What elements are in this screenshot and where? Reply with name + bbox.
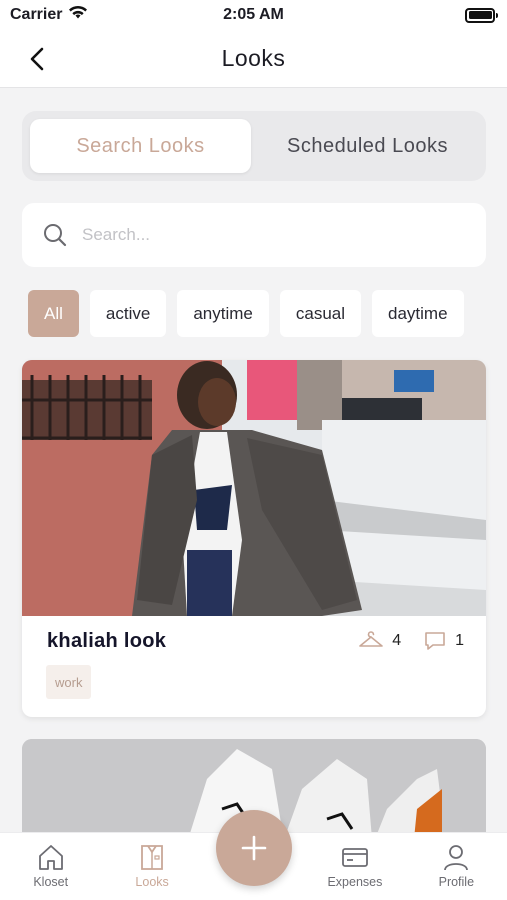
looks-segmented-control: Search Looks Scheduled Looks	[22, 111, 486, 181]
plus-icon	[241, 835, 267, 861]
card-icon	[342, 848, 368, 867]
chip-all[interactable]: All	[28, 290, 79, 337]
tab-kloset[interactable]: Kloset	[0, 833, 101, 900]
back-button[interactable]	[22, 44, 52, 74]
tab-expenses[interactable]: Expenses	[304, 833, 405, 900]
tab-expenses-label: Expenses	[327, 875, 383, 889]
chip-casual[interactable]: casual	[279, 290, 361, 337]
status-bar: Carrier 2:05 AM	[0, 0, 507, 30]
search-input[interactable]	[82, 225, 442, 245]
wifi-icon	[68, 5, 88, 25]
search-bar	[22, 203, 486, 267]
carrier-label: Carrier	[10, 6, 63, 23]
tab-looks[interactable]: Looks	[101, 833, 202, 900]
items-count: 4	[392, 632, 402, 649]
comments-count: 1	[455, 632, 464, 649]
tab-search-looks[interactable]: Search Looks	[30, 119, 251, 173]
look-photo	[22, 360, 486, 616]
home-icon	[38, 845, 63, 870]
chip-daytime[interactable]: daytime	[372, 290, 464, 337]
look-name: khaliah look	[47, 630, 167, 652]
person-icon	[444, 845, 469, 871]
filter-chips: All active anytime casual daytime	[28, 290, 464, 337]
look-card[interactable]: khaliah look 4 1 work	[22, 360, 486, 717]
add-look-button[interactable]	[216, 810, 292, 886]
search-icon	[44, 224, 67, 247]
look-tag[interactable]: work	[46, 665, 92, 699]
carrier-info: Carrier	[10, 5, 88, 25]
page-title: Looks	[221, 45, 286, 71]
hanger-icon	[359, 631, 383, 647]
tab-looks-label: Looks	[135, 875, 169, 889]
look-stats: 4 1	[358, 630, 464, 652]
battery-icon	[465, 7, 498, 23]
tab-kloset-label: Kloset	[33, 875, 69, 889]
chip-active[interactable]: active	[89, 290, 167, 337]
tab-profile-label: Profile	[438, 875, 475, 889]
comment-icon	[425, 632, 445, 650]
chevron-left-icon	[30, 47, 44, 71]
navigation-bar: Looks	[0, 30, 507, 88]
tab-profile[interactable]: Profile	[406, 833, 507, 900]
shirt-icon	[141, 845, 164, 870]
tab-scheduled-looks[interactable]: Scheduled Looks	[257, 119, 478, 173]
chip-anytime[interactable]: anytime	[177, 290, 269, 337]
